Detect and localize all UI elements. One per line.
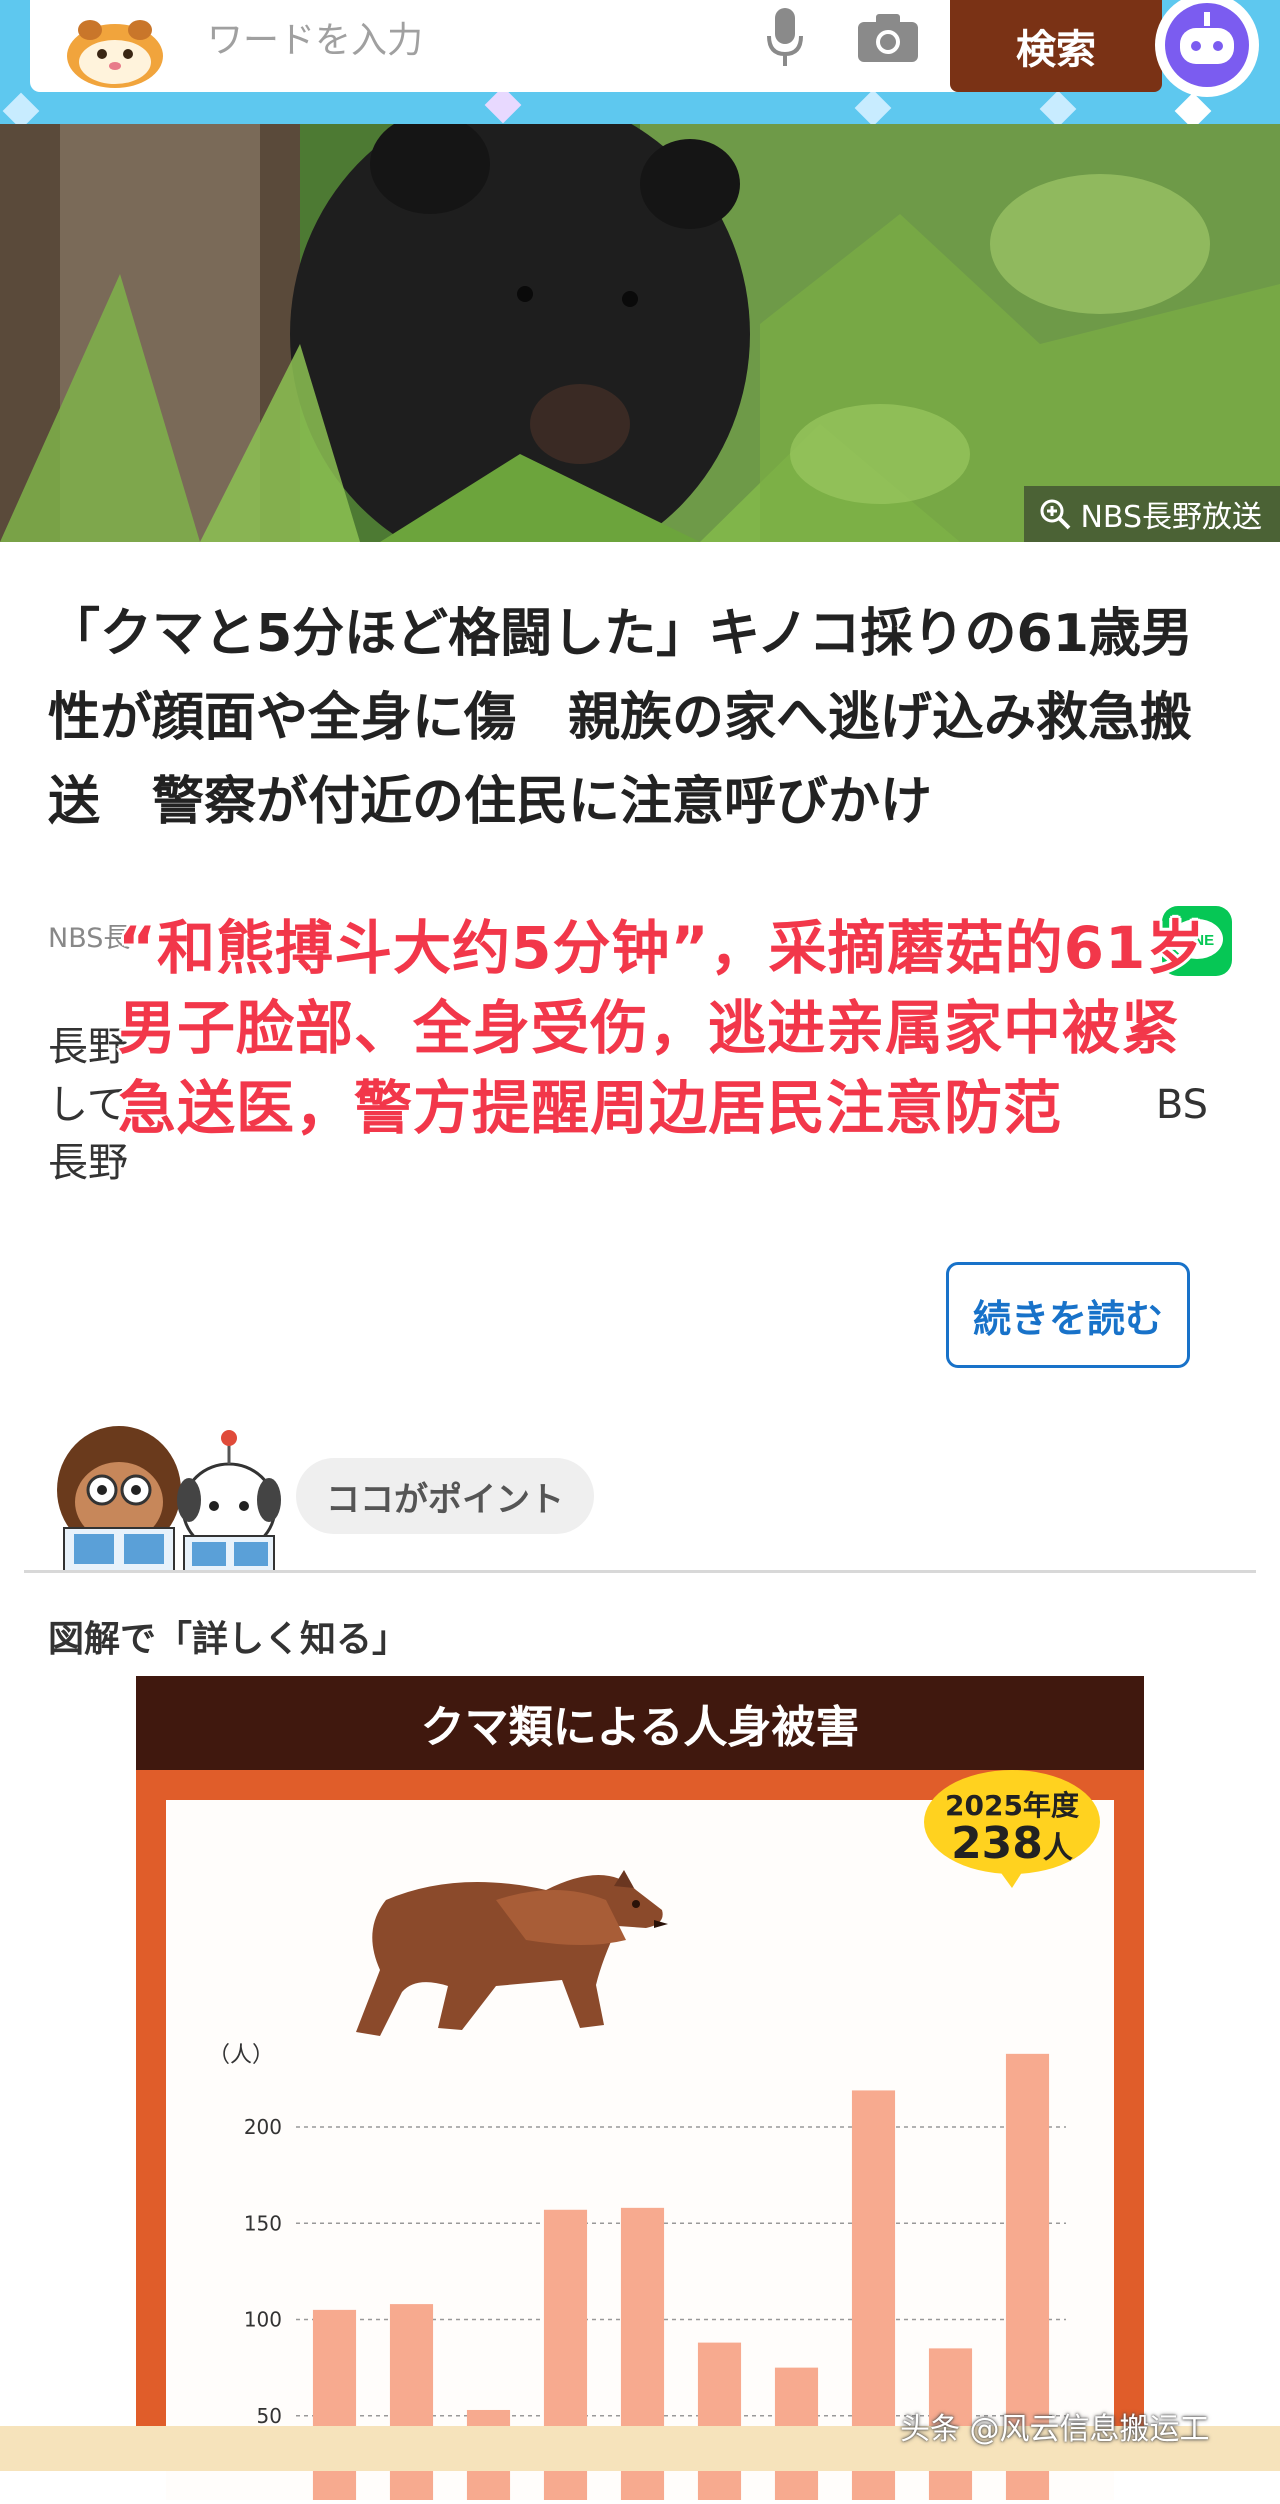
chart-card[interactable]: クマ類による人身被害 （人） 050100150200 201620172018… [136, 1676, 1144, 2504]
top-header: 検索 [0, 0, 1280, 124]
bear-in-forest-photo [0, 124, 1280, 542]
callout-value-row: 238人 [922, 1818, 1102, 1869]
camera-icon[interactable] [856, 12, 920, 64]
y-axis-label: （人） [208, 2043, 274, 2068]
translation-overlay-caption: “和熊搏斗大约5分钟”，采摘蘑菇的61岁男子脸部、全身受伤，逃进亲属家中被紧急送… [118, 914, 1206, 1142]
search-input[interactable] [205, 8, 729, 72]
point-label[interactable]: ココがポイント [296, 1458, 594, 1534]
excerpt-line-start: して [48, 1082, 127, 1128]
y-tick-label: 200 [244, 2115, 282, 2139]
bear-illustration [356, 1870, 668, 2036]
chart-svg: （人） 050100150200 20162017201820192020202… [208, 1870, 1066, 2504]
assistant-robot-icon[interactable] [1152, 0, 1262, 100]
search-bar: 検索 [30, 0, 1162, 92]
highlight-callout: 2025年度 238人 [922, 1770, 1102, 1890]
chart-plot-area: （人） 050100150200 20162017201820192020202… [166, 1770, 1114, 2504]
decoration [484, 86, 522, 124]
search-button[interactable]: 検索 [950, 0, 1162, 92]
watermark: 头条 @风云信息搬运工 [900, 2412, 1210, 2447]
bar-2021 [697, 2342, 742, 2504]
callout-unit: 人 [1042, 1831, 1073, 1866]
microphone-icon[interactable] [765, 6, 805, 70]
y-tick-label: 150 [244, 2211, 282, 2235]
chart-title: クマ類による人身被害 [136, 1676, 1144, 1770]
mascot-logo-icon[interactable] [60, 0, 170, 88]
hero-image[interactable]: NBS長野放送 [0, 124, 1280, 542]
section-divider [24, 1570, 1256, 1573]
photo-credit-text: NBS長野放送 [1080, 500, 1262, 535]
mascot-characters-illustration [57, 1426, 281, 1572]
section-title: 図解で「詳しく知る」 [48, 1619, 409, 1660]
callout-value: 238 [951, 1818, 1043, 1869]
read-more-button[interactable]: 続きを読む [946, 1262, 1190, 1368]
bar-2016 [312, 2309, 357, 2504]
y-tick-label: 100 [244, 2308, 282, 2332]
decoration [854, 89, 892, 124]
y-tick-label: 50 [257, 2404, 282, 2428]
photo-credit[interactable]: NBS長野放送 [1024, 486, 1280, 542]
zoom-icon [1040, 499, 1071, 530]
article-headline[interactable]: 「クマと5分ほど格闘した」キノコ採りの61歳男性が顔面や全身に傷 親族の家へ逃げ… [48, 592, 1238, 844]
decoration [1039, 90, 1077, 124]
decoration [2, 92, 40, 124]
